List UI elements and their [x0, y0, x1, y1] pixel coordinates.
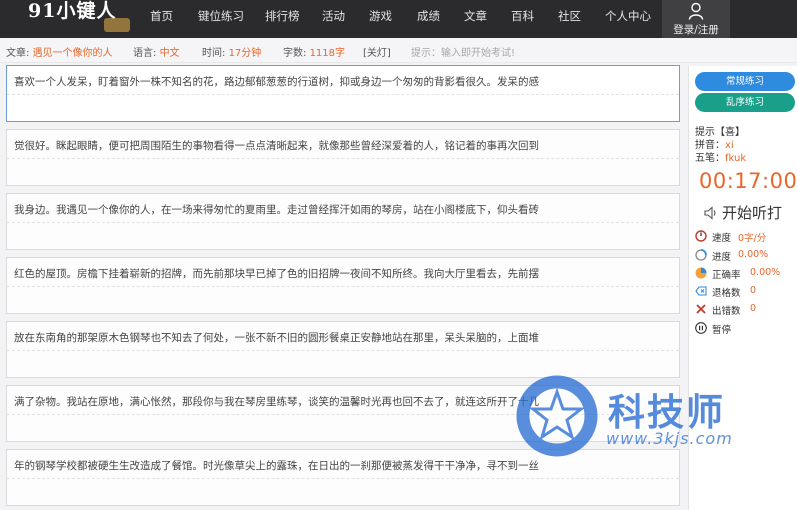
typing-input[interactable] — [12, 97, 674, 119]
nav-games[interactable]: 游戏 — [369, 0, 392, 32]
article-info: 文章: 遇见一个像你的人 — [6, 44, 113, 59]
speed-label: 速度 — [712, 233, 732, 244]
time-label: 时间: — [202, 48, 226, 59]
site-logo[interactable]: 91小键人 — [28, 0, 116, 22]
source-text-line: 我身边。我遇见一个像你的人，在一场来得匆忙的夏雨里。走过曾经挥汗如雨的琴房，站在… — [14, 204, 539, 216]
start-dictation-label: 开始听打 — [722, 204, 783, 222]
user-icon — [688, 2, 704, 20]
logo-decoration — [104, 18, 130, 32]
nav-scores[interactable]: 成绩 — [417, 0, 440, 32]
wubi-value: fkuk — [725, 153, 747, 164]
progress-icon — [695, 249, 707, 261]
wubi-hint: 五笔：fkuk — [695, 149, 746, 164]
source-text-line: 年的钢琴学校都被硬生生改造成了餐馆。时光像草尖上的露珠，在日出的一刹那便被蒸发得… — [14, 460, 539, 472]
backspace-icon — [695, 286, 707, 296]
nav-user-center[interactable]: 个人中心 — [605, 0, 651, 32]
watermark-url: www.3kjs.com — [606, 429, 733, 448]
typing-input[interactable] — [12, 353, 674, 375]
line-divider — [7, 222, 679, 223]
typing-line-panel: 红色的屋顶。房檐下挂着崭新的招牌，而先前那块早已掉了色的旧招牌一夜间不知所终。我… — [6, 257, 680, 314]
language-value: 中文 — [159, 48, 180, 59]
login-register-button[interactable]: 登录/注册 — [662, 0, 730, 38]
typing-line-panel: 放在东南角的那架原木色钢琴也不知去了何处，一张不新不旧的圆形餐桌正安静地站在那里… — [6, 321, 680, 378]
login-label: 登录/注册 — [673, 24, 719, 36]
top-nav: 91小键人 首页 键位练习 排行榜 活动 游戏 成绩 文章 百科 社区 个人中心… — [0, 0, 797, 38]
typing-line-panel: 我身边。我遇见一个像你的人，在一场来得匆忙的夏雨里。走过曾经挥汗如雨的琴房，站在… — [6, 193, 680, 250]
source-text-line: 红色的屋顶。房檐下挂着崭新的招牌，而先前那块早已掉了色的旧招牌一夜间不知所终。我… — [14, 268, 539, 280]
accuracy-value: 0.00% — [750, 267, 781, 278]
nav-key-practice[interactable]: 键位练习 — [198, 0, 244, 32]
start-prompt: 提示：输入即开始考试! — [411, 48, 516, 59]
backspace-label: 退格数 — [712, 288, 741, 299]
accuracy-label: 正确率 — [712, 270, 741, 281]
speaker-icon — [704, 206, 716, 220]
time-info: 时间: 17分钟 — [202, 44, 261, 59]
typing-input[interactable] — [12, 289, 674, 311]
char-count-label: 字数: — [283, 48, 307, 59]
backspace-value: 0 — [750, 285, 757, 296]
typing-input[interactable] — [12, 161, 674, 183]
article-title[interactable]: 遇见一个像你的人 — [33, 48, 113, 59]
language-label: 语言: — [133, 48, 157, 59]
line-divider — [7, 350, 679, 351]
nav-leaderboard[interactable]: 排行榜 — [265, 0, 300, 32]
error-count-icon — [696, 304, 706, 314]
line-divider — [7, 478, 679, 479]
line-divider — [7, 94, 679, 95]
time-value: 17分钟 — [228, 48, 262, 59]
countdown-timer: 00:17:00 — [699, 169, 797, 193]
char-count-info: 字数: 1118字 — [283, 44, 345, 59]
article-label: 文章: — [6, 48, 30, 59]
error-value: 0 — [750, 303, 757, 314]
nav-community[interactable]: 社区 — [558, 0, 581, 32]
speed-value: 0字/分 — [738, 233, 767, 244]
pause-icon — [695, 322, 707, 334]
language-info: 语言: 中文 — [133, 44, 180, 59]
nav-articles[interactable]: 文章 — [464, 0, 487, 32]
source-text-line: 喜欢一个人发呆，盯着窗外一株不知名的花，路边郁郁葱葱的行道树，抑或身边一个匆匆的… — [14, 76, 539, 88]
nav-activity[interactable]: 活动 — [322, 0, 345, 32]
accuracy-pie-icon — [695, 267, 707, 279]
progress-label: 进度 — [712, 252, 732, 263]
nav-encyclopedia[interactable]: 百科 — [511, 0, 534, 32]
line-divider — [7, 158, 679, 159]
source-text-line: 放在东南角的那架原木色钢琴也不知去了何处，一张不新不旧的圆形餐桌正安静地站在那里… — [14, 332, 539, 344]
typing-input[interactable] — [12, 481, 674, 503]
watermark-name: 科技师 — [608, 391, 725, 434]
normal-practice-button[interactable]: 常规练习 — [695, 72, 795, 91]
line-divider — [7, 286, 679, 287]
speed-gauge-icon — [695, 230, 707, 242]
char-count-value: 1118字 — [309, 48, 346, 59]
wubi-label: 五笔： — [695, 153, 725, 164]
watermark-star-logo — [516, 375, 598, 457]
lights-off-toggle[interactable]: [关灯] — [363, 44, 391, 59]
source-text-line: 觉很好。眯起眼睛，便可把周围陌生的事物看得一点点清晰起来，就像那些曾经深爱着的人… — [14, 140, 539, 152]
random-practice-button[interactable]: 乱序练习 — [695, 93, 795, 112]
typing-line-panel: 觉很好。眯起眼睛，便可把周围陌生的事物看得一点点清晰起来，就像那些曾经深爱着的人… — [6, 129, 680, 186]
typing-input[interactable] — [12, 225, 674, 247]
pause-label: 暂停 — [712, 325, 732, 336]
nav-home[interactable]: 首页 — [150, 0, 173, 32]
progress-value: 0.00% — [738, 249, 769, 260]
error-label: 出错数 — [712, 306, 741, 317]
typing-line-panel: 喜欢一个人发呆，盯着窗外一株不知名的花，路边郁郁葱葱的行道树，抑或身边一个匆匆的… — [6, 65, 680, 122]
article-info-bar: 文章: 遇见一个像你的人 语言: 中文 时间: 17分钟 字数: 1118字 [… — [0, 38, 797, 63]
